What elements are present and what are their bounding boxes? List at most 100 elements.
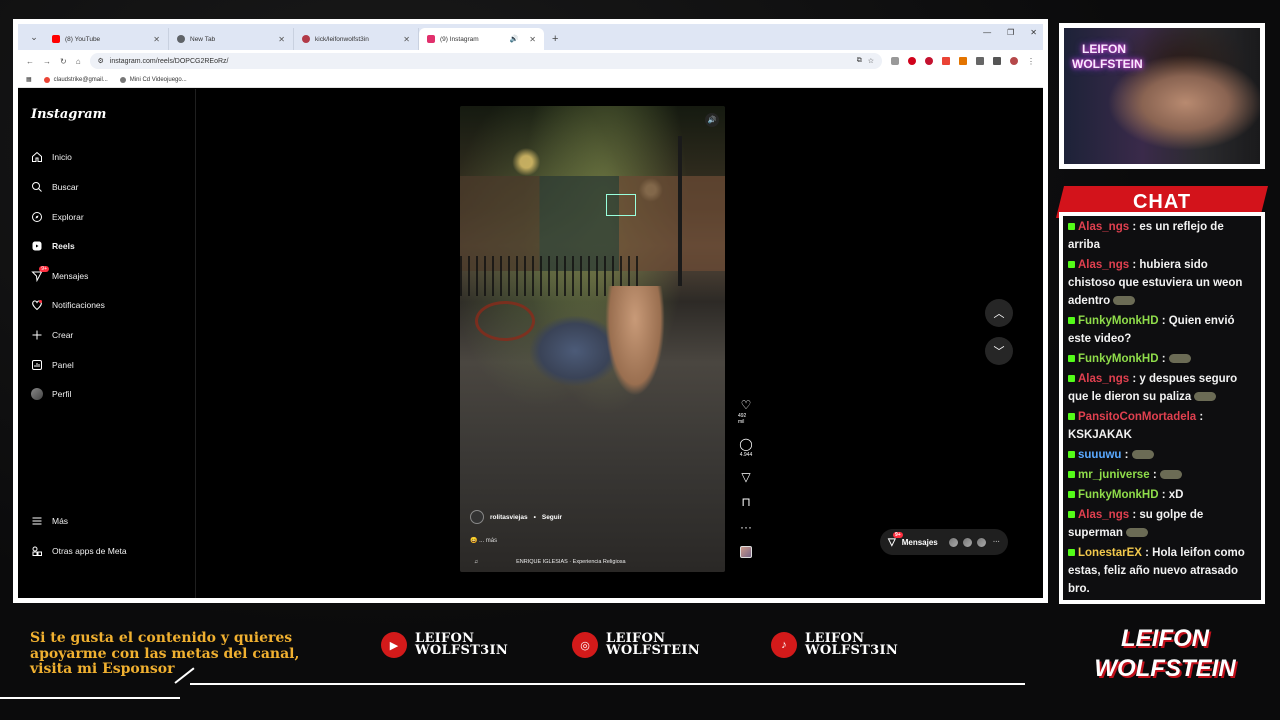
profile-avatar-icon[interactable] bbox=[1010, 57, 1018, 65]
browser-toolbar: ← → ↻ ⌂ ⚙ instagram.com/reels/DOPCG2REoR… bbox=[18, 50, 1043, 72]
nav-mas[interactable]: Más bbox=[30, 513, 68, 529]
sidebar-icon[interactable] bbox=[993, 57, 1001, 65]
chat-username[interactable]: suuuwu bbox=[1078, 449, 1121, 461]
puzzle-extensions-icon[interactable] bbox=[976, 57, 984, 65]
like-button[interactable]: ♡ 492 mil bbox=[738, 399, 754, 425]
chat-username[interactable]: Alas_ngs bbox=[1078, 509, 1129, 521]
next-reel-button[interactable]: ﹀ bbox=[985, 337, 1013, 365]
neon-sign: LEIFON WOLFSTEIN bbox=[1072, 42, 1143, 71]
nav-explorar[interactable]: Explorar bbox=[30, 209, 84, 225]
audio-playing-icon[interactable]: 🔊 bbox=[510, 35, 519, 43]
chat-username[interactable]: Alas_ngs bbox=[1078, 373, 1129, 385]
reel-video[interactable]: 🔊 rolitasviejas • Seguir 😄 ... más ♫ ENR… bbox=[460, 106, 725, 572]
chat-username[interactable]: Alas_ngs bbox=[1078, 221, 1129, 233]
address-bar[interactable]: ⚙ instagram.com/reels/DOPCG2REoRz/ ⧉ ☆ bbox=[89, 53, 882, 69]
more-icon: ··· bbox=[740, 520, 752, 534]
forward-icon[interactable]: → bbox=[43, 57, 51, 66]
kick-badge-icon bbox=[1068, 451, 1075, 459]
install-app-icon[interactable]: ⧉ bbox=[857, 57, 862, 65]
handle-line: WOLFST3IN bbox=[805, 643, 899, 658]
minimize-icon[interactable]: — bbox=[983, 28, 991, 37]
reel-audio[interactable]: ♫ ENRIQUE IGLESIAS · Experiencia Religio… bbox=[474, 559, 626, 565]
extensions-area: ⋮ bbox=[891, 57, 1035, 66]
nav-panel[interactable]: Panel bbox=[30, 357, 74, 373]
nav-inicio[interactable]: Inicio bbox=[30, 149, 72, 165]
follow-button[interactable]: Seguir bbox=[542, 514, 562, 521]
gmail-icon bbox=[43, 76, 50, 83]
volume-icon[interactable]: 🔊 bbox=[705, 113, 719, 127]
notification-badge: 9+ bbox=[39, 265, 49, 272]
reel-caption[interactable]: 😄 ... más bbox=[470, 537, 497, 544]
more-icon: ··· bbox=[993, 538, 1000, 546]
tab-kick[interactable]: kick/leifonwolfst3in ✕ bbox=[294, 28, 419, 50]
share-button[interactable]: ▽ bbox=[741, 471, 750, 483]
nav-label: Crear bbox=[52, 330, 74, 340]
brand-logo: LEIFON WOLFSTEIN bbox=[1094, 625, 1236, 682]
gmail-extension-icon[interactable] bbox=[942, 57, 950, 65]
previous-reel-button[interactable]: ︿ bbox=[985, 299, 1013, 327]
more-options-button[interactable]: ··· bbox=[740, 521, 752, 533]
emote-icon bbox=[1194, 392, 1217, 402]
chat-username[interactable]: mr_juniverse bbox=[1078, 469, 1150, 481]
chat-username[interactable]: FunkyMonkHD bbox=[1078, 315, 1159, 327]
chat-username[interactable]: LonestarEX bbox=[1078, 547, 1142, 559]
nav-notificaciones[interactable]: Notificaciones bbox=[30, 297, 105, 313]
close-window-icon[interactable]: ✕ bbox=[1030, 28, 1037, 37]
bookmark-item[interactable]: Mini Cd Videojuego... bbox=[119, 76, 187, 83]
nav-reels[interactable]: Reels bbox=[30, 238, 75, 254]
extension-icon[interactable] bbox=[891, 57, 899, 65]
close-tab-icon[interactable]: ✕ bbox=[529, 35, 536, 44]
extension-icon[interactable] bbox=[908, 57, 916, 65]
extension-icon[interactable] bbox=[959, 57, 967, 65]
bookmark-item[interactable]: claudstrike@gmail... bbox=[43, 76, 108, 83]
nav-crear[interactable]: Crear bbox=[30, 327, 73, 343]
audio-thumbnail[interactable] bbox=[740, 546, 752, 558]
tab-youtube[interactable]: (8) YouTube ✕ bbox=[44, 28, 169, 50]
restore-icon[interactable]: ❐ bbox=[1007, 28, 1014, 37]
apps-grid-icon[interactable]: ▦ bbox=[26, 76, 32, 83]
like-count: 492 mil bbox=[738, 413, 747, 425]
emote-icon bbox=[1125, 528, 1148, 538]
home-button-icon[interactable]: ⌂ bbox=[76, 57, 81, 66]
tab-bar: ⌄ (8) YouTube ✕ New Tab ✕ kick/leifonwol… bbox=[18, 24, 1043, 50]
close-tab-icon[interactable]: ✕ bbox=[403, 35, 410, 44]
kick-badge-icon bbox=[1068, 375, 1075, 383]
chat-message: FunkyMonkHD : xD bbox=[1068, 486, 1256, 504]
audio-title[interactable]: ENRIQUE IGLESIAS · Experiencia Religiosa bbox=[516, 559, 625, 565]
author-username[interactable]: rolitasviejas bbox=[490, 514, 528, 521]
webcam-frame: LEIFON WOLFSTEIN bbox=[1059, 23, 1265, 169]
chat-username[interactable]: FunkyMonkHD bbox=[1078, 489, 1159, 501]
menu-kebab-icon[interactable]: ⋮ bbox=[1027, 57, 1035, 66]
new-tab-button[interactable]: + bbox=[552, 33, 558, 45]
chat-username[interactable]: PansitoConMortadela bbox=[1078, 411, 1196, 423]
nav-otras-apps-meta[interactable]: Otras apps de Meta bbox=[30, 543, 127, 559]
nav-mensajes[interactable]: 9+ Mensajes bbox=[30, 265, 89, 284]
close-tab-icon[interactable]: ✕ bbox=[153, 35, 160, 44]
tab-label: New Tab bbox=[190, 35, 216, 43]
save-button[interactable]: ⊓ bbox=[741, 496, 750, 508]
instagram-logo[interactable]: Instagram bbox=[31, 107, 106, 122]
tab-new-tab[interactable]: New Tab ✕ bbox=[169, 28, 294, 50]
nav-label: Mensajes bbox=[52, 271, 89, 281]
site-info-icon[interactable]: ⚙ bbox=[98, 57, 104, 65]
opera-extension-icon[interactable] bbox=[925, 57, 933, 65]
chat-username[interactable]: Alas_ngs bbox=[1078, 259, 1129, 271]
tab-search-chevron-icon[interactable]: ⌄ bbox=[24, 27, 44, 47]
url-text[interactable]: instagram.com/reels/DOPCG2REoRz/ bbox=[110, 58, 851, 65]
divider-line bbox=[190, 683, 1025, 685]
reload-icon[interactable]: ↻ bbox=[60, 57, 67, 66]
tab-instagram[interactable]: (9) Instagram 🔊 ✕ bbox=[419, 28, 544, 50]
close-tab-icon[interactable]: ✕ bbox=[278, 35, 285, 44]
back-icon[interactable]: ← bbox=[26, 57, 34, 66]
chat-username[interactable]: FunkyMonkHD bbox=[1078, 353, 1159, 365]
bookmark-star-icon[interactable]: ☆ bbox=[868, 57, 874, 65]
comment-button[interactable]: ◯ 4.944 bbox=[739, 438, 752, 458]
handle-line: WOLFST3IN bbox=[415, 643, 509, 658]
nav-perfil[interactable]: Perfil bbox=[30, 386, 71, 402]
reel-author[interactable]: rolitasviejas • Seguir bbox=[470, 510, 562, 524]
comment-icon: ◯ bbox=[739, 437, 753, 451]
nav-label: Más bbox=[52, 516, 69, 526]
nav-buscar[interactable]: Buscar bbox=[30, 179, 78, 195]
author-avatar[interactable] bbox=[470, 510, 484, 524]
messages-pill[interactable]: ▽ 9+ Mensajes ··· bbox=[880, 529, 1008, 555]
